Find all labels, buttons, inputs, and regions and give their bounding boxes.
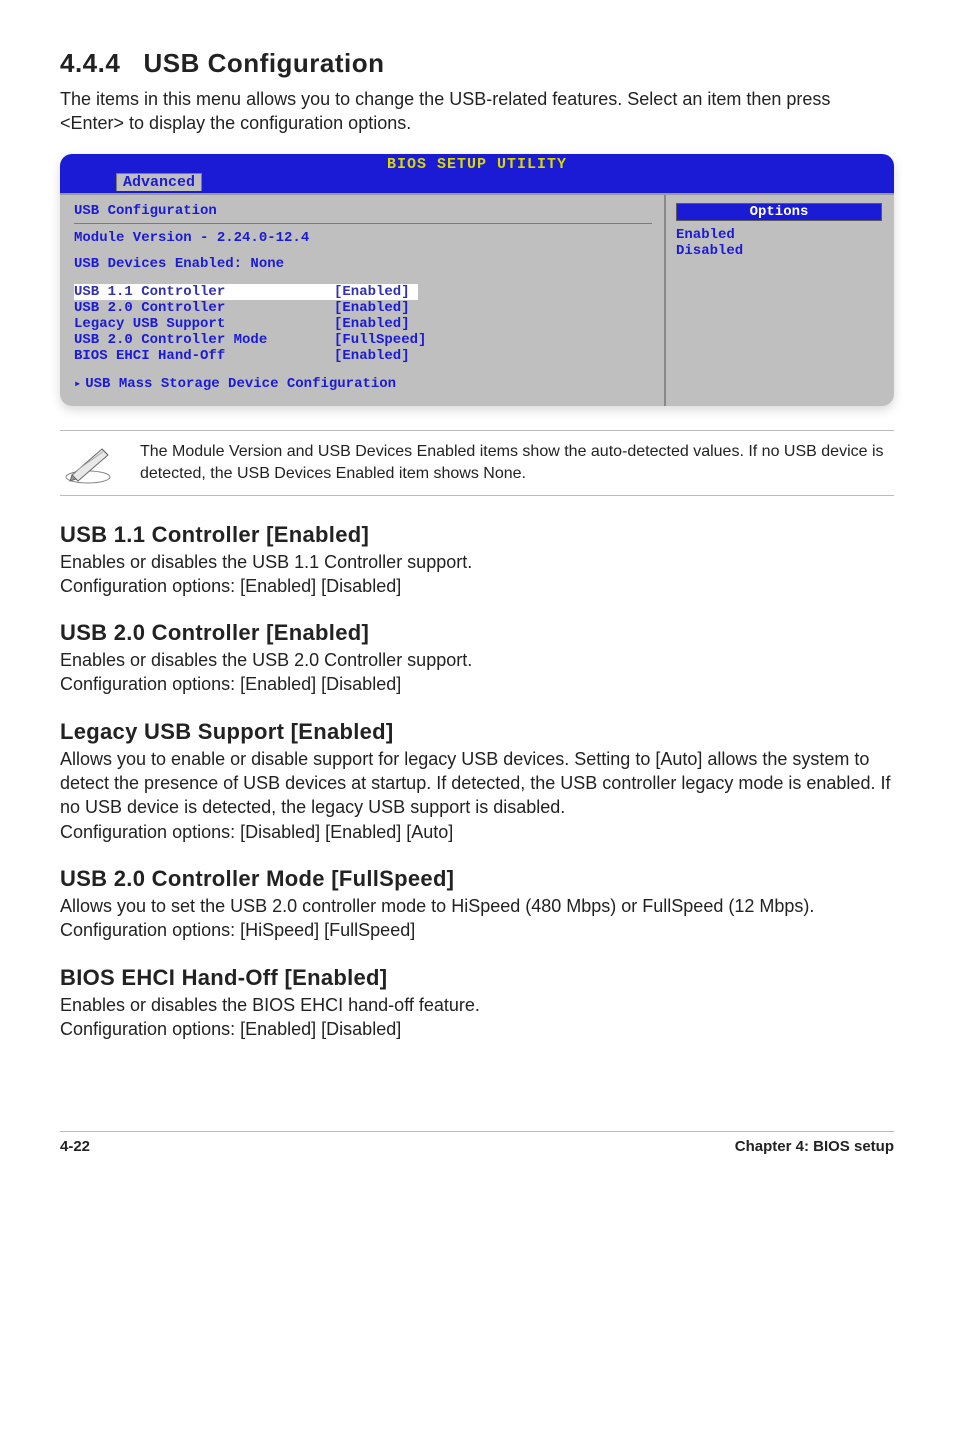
- sub-body: Enables or disables the USB 2.0 Controll…: [60, 648, 894, 697]
- bios-tabrow: Advanced: [60, 173, 894, 193]
- note-block: The Module Version and USB Devices Enabl…: [60, 430, 894, 496]
- bios-row-label: Legacy USB Support: [74, 316, 334, 332]
- page-footer: 4-22 Chapter 4: BIOS setup: [60, 1131, 894, 1155]
- bios-devices-line: USB Devices Enabled: None: [74, 256, 652, 272]
- sub-heading: Legacy USB Support [Enabled]: [60, 719, 894, 745]
- bios-pane-heading: USB Configuration: [74, 203, 652, 219]
- sub-body: Allows you to set the USB 2.0 controller…: [60, 894, 894, 943]
- sub-body: Allows you to enable or disable support …: [60, 747, 894, 844]
- sub-heading: BIOS EHCI Hand-Off [Enabled]: [60, 965, 894, 991]
- bios-row-label: USB 2.0 Controller: [74, 300, 334, 316]
- bios-right-pane: Options Enabled Disabled: [664, 195, 894, 406]
- bios-tab-advanced[interactable]: Advanced: [116, 173, 202, 191]
- note-text: The Module Version and USB Devices Enabl…: [140, 441, 894, 484]
- page-number: 4-22: [60, 1138, 90, 1155]
- sub-heading: USB 1.1 Controller [Enabled]: [60, 522, 894, 548]
- bios-row-value: [Enabled]: [334, 316, 410, 332]
- bios-row-value: [FullSpeed]: [334, 332, 426, 348]
- bios-option-enabled[interactable]: Enabled: [676, 227, 882, 243]
- chapter-label: Chapter 4: BIOS setup: [735, 1138, 894, 1155]
- bios-submenu-usb-mass-storage[interactable]: USB Mass Storage Device Configuration: [74, 376, 652, 392]
- bios-titlebar: BIOS SETUP UTILITY: [60, 154, 894, 173]
- sub-body: Enables or disables the BIOS EHCI hand-o…: [60, 993, 894, 1042]
- spacer: [74, 246, 652, 256]
- divider: [74, 223, 652, 224]
- bios-screenshot: BIOS SETUP UTILITY Advanced USB Configur…: [60, 154, 894, 406]
- bios-row-ehci[interactable]: BIOS EHCI Hand-Off [Enabled]: [74, 348, 652, 364]
- bios-settings-list: USB 1.1 Controller [Enabled] USB 2.0 Con…: [74, 284, 652, 364]
- bios-row-value: [Enabled]: [334, 284, 410, 300]
- bios-module-line: Module Version - 2.24.0-12.4: [74, 230, 652, 246]
- bios-options-title: Options: [676, 203, 882, 221]
- bios-row-usb20[interactable]: USB 2.0 Controller [Enabled]: [74, 300, 652, 316]
- bios-row-label: BIOS EHCI Hand-Off: [74, 348, 334, 364]
- bios-row-legacy[interactable]: Legacy USB Support [Enabled]: [74, 316, 652, 332]
- section-heading: 4.4.4 USB Configuration: [60, 48, 894, 79]
- pencil-note-icon: [60, 441, 116, 485]
- bios-row-usb20mode[interactable]: USB 2.0 Controller Mode [FullSpeed]: [74, 332, 652, 348]
- section-number: 4.4.4: [60, 48, 120, 78]
- bios-row-label: USB 1.1 Controller: [74, 284, 334, 300]
- sub-heading: USB 2.0 Controller [Enabled]: [60, 620, 894, 646]
- section-intro: The items in this menu allows you to cha…: [60, 87, 894, 136]
- bios-row-label: USB 2.0 Controller Mode: [74, 332, 334, 348]
- section-title-text: USB Configuration: [144, 48, 385, 78]
- bios-left-pane: USB Configuration Module Version - 2.24.…: [60, 195, 664, 406]
- sub-heading: USB 2.0 Controller Mode [FullSpeed]: [60, 866, 894, 892]
- bios-row-value: [Enabled]: [334, 300, 410, 316]
- sub-body: Enables or disables the USB 1.1 Controll…: [60, 550, 894, 599]
- bios-option-disabled[interactable]: Disabled: [676, 243, 882, 259]
- bios-row-usb11[interactable]: USB 1.1 Controller [Enabled]: [74, 284, 418, 300]
- bios-row-value: [Enabled]: [334, 348, 410, 364]
- bios-body: USB Configuration Module Version - 2.24.…: [60, 193, 894, 406]
